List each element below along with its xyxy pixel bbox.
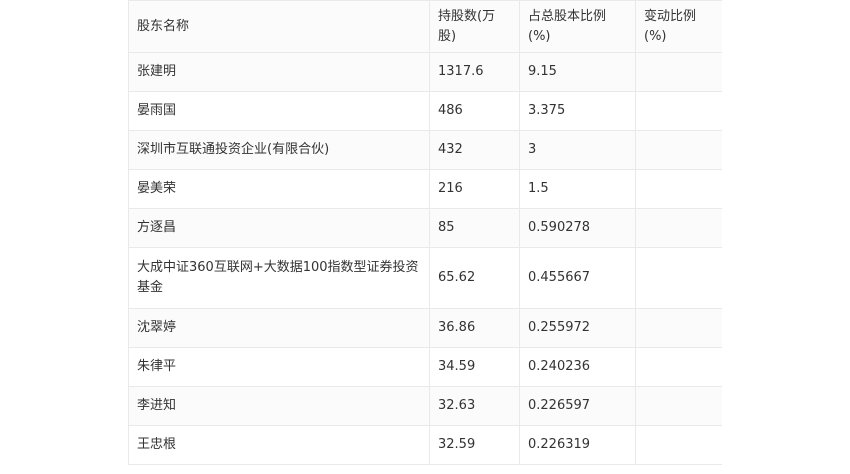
table-row: 张建明 1317.6 9.15: [128, 52, 722, 92]
cell-ratio: 0.226597: [519, 386, 636, 426]
header-shareholder-name: 股东名称: [128, 0, 430, 53]
table-row: 朱律平 34.59 0.240236: [128, 347, 722, 387]
table-row: 深圳市互联通投资企业(有限合伙) 432 3: [128, 130, 722, 170]
header-change-ratio: 变动比例(%): [635, 0, 722, 53]
cell-ratio: 0.255972: [519, 308, 636, 348]
cell-name: 王忠根: [128, 425, 430, 465]
cell-change: [635, 208, 722, 248]
cell-shares: 34.59: [429, 347, 520, 387]
table-row: 方逐昌 85 0.590278: [128, 208, 722, 248]
table-row: 大成中证360互联网+大数据100指数型证券投资基金 65.62 0.45566…: [128, 247, 722, 309]
cell-ratio: 1.5: [519, 169, 636, 209]
cell-name: 深圳市互联通投资企业(有限合伙): [128, 130, 430, 170]
cell-shares: 216: [429, 169, 520, 209]
cell-ratio: 3: [519, 130, 636, 170]
cell-shares: 486: [429, 91, 520, 131]
cell-change: [635, 425, 722, 465]
cell-name: 李进知: [128, 386, 430, 426]
cell-change: [635, 308, 722, 348]
cell-name: 张建明: [128, 52, 430, 92]
cell-change: [635, 347, 722, 387]
cell-shares: 32.59: [429, 425, 520, 465]
table-row: 王忠根 32.59 0.226319: [128, 425, 722, 465]
cell-change: [635, 247, 722, 309]
shareholder-table-container: 股东名称 持股数(万股) 占总股本比例(%) 变动比例(%) 张建明 1317.…: [128, 0, 722, 474]
cell-shares: 432: [429, 130, 520, 170]
cell-shares: 65.62: [429, 247, 520, 309]
cell-name: 朱律平: [128, 347, 430, 387]
cell-change: [635, 386, 722, 426]
header-share-ratio: 占总股本比例(%): [519, 0, 636, 53]
cell-change: [635, 130, 722, 170]
cell-ratio: 0.240236: [519, 347, 636, 387]
table-row: 李进知 32.63 0.226597: [128, 386, 722, 426]
cell-shares: 32.63: [429, 386, 520, 426]
table-header-row: 股东名称 持股数(万股) 占总股本比例(%) 变动比例(%): [128, 0, 722, 53]
cell-name: 大成中证360互联网+大数据100指数型证券投资基金: [128, 247, 430, 309]
cell-shares: 36.86: [429, 308, 520, 348]
cell-shares: 85: [429, 208, 520, 248]
cell-shares: 1317.6: [429, 52, 520, 92]
table-row: 沈翠婷 36.86 0.255972: [128, 308, 722, 348]
cell-name: 晏美荣: [128, 169, 430, 209]
cell-change: [635, 91, 722, 131]
cell-change: [635, 52, 722, 92]
header-shares: 持股数(万股): [429, 0, 520, 53]
cell-ratio: 0.455667: [519, 247, 636, 309]
cell-ratio: 3.375: [519, 91, 636, 131]
table-row: 晏美荣 216 1.5: [128, 169, 722, 209]
cell-ratio: 0.226319: [519, 425, 636, 465]
table-row: 晏雨国 486 3.375: [128, 91, 722, 131]
shareholder-table: 股东名称 持股数(万股) 占总股本比例(%) 变动比例(%) 张建明 1317.…: [128, 0, 722, 465]
cell-ratio: 9.15: [519, 52, 636, 92]
cell-ratio: 0.590278: [519, 208, 636, 248]
cell-change: [635, 169, 722, 209]
cell-name: 沈翠婷: [128, 308, 430, 348]
cell-name: 方逐昌: [128, 208, 430, 248]
cell-name: 晏雨国: [128, 91, 430, 131]
